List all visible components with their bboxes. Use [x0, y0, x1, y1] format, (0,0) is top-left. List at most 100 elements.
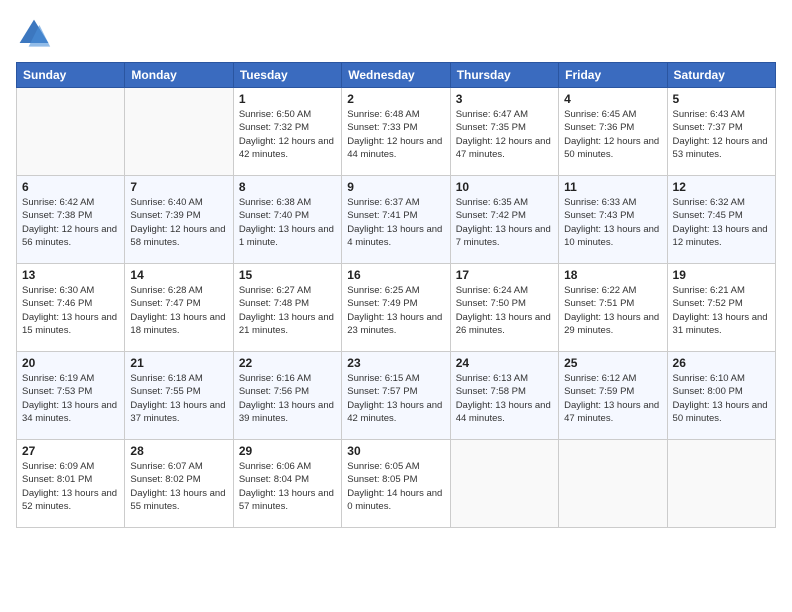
day-info: Sunrise: 6:13 AMSunset: 7:58 PMDaylight:…	[456, 372, 553, 425]
day-number: 22	[239, 356, 336, 370]
calendar-cell: 3 Sunrise: 6:47 AMSunset: 7:35 PMDaylight…	[450, 88, 558, 176]
day-info: Sunrise: 6:33 AMSunset: 7:43 PMDaylight:…	[564, 196, 661, 249]
logo	[16, 16, 56, 52]
calendar-cell: 24 Sunrise: 6:13 AMSunset: 7:58 PMDayligh…	[450, 352, 558, 440]
calendar-cell: 27 Sunrise: 6:09 AMSunset: 8:01 PMDayligh…	[17, 440, 125, 528]
day-number: 19	[673, 268, 770, 282]
weekday-header-friday: Friday	[559, 63, 667, 88]
day-number: 3	[456, 92, 553, 106]
calendar-week-1: 1 Sunrise: 6:50 AMSunset: 7:32 PMDaylight…	[17, 88, 776, 176]
day-info: Sunrise: 6:37 AMSunset: 7:41 PMDaylight:…	[347, 196, 444, 249]
day-number: 15	[239, 268, 336, 282]
day-number: 18	[564, 268, 661, 282]
calendar-cell	[667, 440, 775, 528]
day-number: 4	[564, 92, 661, 106]
calendar-cell: 8 Sunrise: 6:38 AMSunset: 7:40 PMDaylight…	[233, 176, 341, 264]
day-info: Sunrise: 6:48 AMSunset: 7:33 PMDaylight:…	[347, 108, 444, 161]
calendar-cell: 17 Sunrise: 6:24 AMSunset: 7:50 PMDayligh…	[450, 264, 558, 352]
calendar-cell: 10Sunrise: 6:35 AMSunset: 7:42 PMDayligh…	[450, 176, 558, 264]
day-number: 9	[347, 180, 444, 194]
day-info: Sunrise: 6:19 AMSunset: 7:53 PMDaylight:…	[22, 372, 119, 425]
day-info: Sunrise: 6:25 AMSunset: 7:49 PMDaylight:…	[347, 284, 444, 337]
day-number: 13	[22, 268, 119, 282]
page-header	[16, 16, 776, 52]
day-info: Sunrise: 6:15 AMSunset: 7:57 PMDaylight:…	[347, 372, 444, 425]
weekday-header-row: SundayMondayTuesdayWednesdayThursdayFrid…	[17, 63, 776, 88]
calendar-cell: 7 Sunrise: 6:40 AMSunset: 7:39 PMDaylight…	[125, 176, 233, 264]
calendar-cell: 30 Sunrise: 6:05 AMSunset: 8:05 PMDayligh…	[342, 440, 450, 528]
day-info: Sunrise: 6:21 AMSunset: 7:52 PMDaylight:…	[673, 284, 770, 337]
day-number: 1	[239, 92, 336, 106]
day-info: Sunrise: 6:27 AMSunset: 7:48 PMDaylight:…	[239, 284, 336, 337]
calendar-cell	[559, 440, 667, 528]
day-info: Sunrise: 6:32 AMSunset: 7:45 PMDaylight:…	[673, 196, 770, 249]
day-number: 7	[130, 180, 227, 194]
calendar-cell: 15 Sunrise: 6:27 AMSunset: 7:48 PMDayligh…	[233, 264, 341, 352]
day-number: 2	[347, 92, 444, 106]
day-info: Sunrise: 6:22 AMSunset: 7:51 PMDaylight:…	[564, 284, 661, 337]
calendar-cell: 6 Sunrise: 6:42 AMSunset: 7:38 PMDaylight…	[17, 176, 125, 264]
day-info: Sunrise: 6:45 AMSunset: 7:36 PMDaylight:…	[564, 108, 661, 161]
calendar-cell: 23 Sunrise: 6:15 AMSunset: 7:57 PMDayligh…	[342, 352, 450, 440]
day-number: 10	[456, 180, 553, 194]
day-info: Sunrise: 6:06 AMSunset: 8:04 PMDaylight:…	[239, 460, 336, 513]
day-info: Sunrise: 6:16 AMSunset: 7:56 PMDaylight:…	[239, 372, 336, 425]
day-info: Sunrise: 6:28 AMSunset: 7:47 PMDaylight:…	[130, 284, 227, 337]
calendar-cell: 18 Sunrise: 6:22 AMSunset: 7:51 PMDayligh…	[559, 264, 667, 352]
calendar-cell: 4 Sunrise: 6:45 AMSunset: 7:36 PMDaylight…	[559, 88, 667, 176]
calendar-cell: 13 Sunrise: 6:30 AMSunset: 7:46 PMDayligh…	[17, 264, 125, 352]
calendar-cell: 9 Sunrise: 6:37 AMSunset: 7:41 PMDaylight…	[342, 176, 450, 264]
day-info: Sunrise: 6:24 AMSunset: 7:50 PMDaylight:…	[456, 284, 553, 337]
calendar-cell: 19 Sunrise: 6:21 AMSunset: 7:52 PMDayligh…	[667, 264, 775, 352]
day-number: 30	[347, 444, 444, 458]
day-number: 23	[347, 356, 444, 370]
calendar-cell: 14 Sunrise: 6:28 AMSunset: 7:47 PMDayligh…	[125, 264, 233, 352]
calendar-cell: 11 Sunrise: 6:33 AMSunset: 7:43 PMDayligh…	[559, 176, 667, 264]
day-info: Sunrise: 6:40 AMSunset: 7:39 PMDaylight:…	[130, 196, 227, 249]
weekday-header-sunday: Sunday	[17, 63, 125, 88]
calendar-week-2: 6 Sunrise: 6:42 AMSunset: 7:38 PMDaylight…	[17, 176, 776, 264]
day-number: 16	[347, 268, 444, 282]
day-number: 24	[456, 356, 553, 370]
calendar-cell: 28Sunrise: 6:07 AMSunset: 8:02 PMDayligh…	[125, 440, 233, 528]
logo-icon	[16, 16, 52, 52]
day-number: 5	[673, 92, 770, 106]
day-info: Sunrise: 6:09 AMSunset: 8:01 PMDaylight:…	[22, 460, 119, 513]
calendar-cell: 1 Sunrise: 6:50 AMSunset: 7:32 PMDaylight…	[233, 88, 341, 176]
calendar-cell: 12 Sunrise: 6:32 AMSunset: 7:45 PMDayligh…	[667, 176, 775, 264]
day-number: 25	[564, 356, 661, 370]
calendar-cell: 29Sunrise: 6:06 AMSunset: 8:04 PMDayligh…	[233, 440, 341, 528]
day-number: 14	[130, 268, 227, 282]
calendar-cell	[125, 88, 233, 176]
calendar-cell: 22 Sunrise: 6:16 AMSunset: 7:56 PMDayligh…	[233, 352, 341, 440]
day-info: Sunrise: 6:42 AMSunset: 7:38 PMDaylight:…	[22, 196, 119, 249]
day-number: 11	[564, 180, 661, 194]
day-number: 17	[456, 268, 553, 282]
day-number: 12	[673, 180, 770, 194]
calendar-week-5: 27 Sunrise: 6:09 AMSunset: 8:01 PMDayligh…	[17, 440, 776, 528]
day-number: 20	[22, 356, 119, 370]
calendar-cell: 5Sunrise: 6:43 AMSunset: 7:37 PMDaylight…	[667, 88, 775, 176]
day-info: Sunrise: 6:38 AMSunset: 7:40 PMDaylight:…	[239, 196, 336, 249]
day-number: 27	[22, 444, 119, 458]
day-info: Sunrise: 6:47 AMSunset: 7:35 PMDaylight:…	[456, 108, 553, 161]
calendar-cell: 20 Sunrise: 6:19 AMSunset: 7:53 PMDayligh…	[17, 352, 125, 440]
weekday-header-tuesday: Tuesday	[233, 63, 341, 88]
day-number: 6	[22, 180, 119, 194]
day-info: Sunrise: 6:30 AMSunset: 7:46 PMDaylight:…	[22, 284, 119, 337]
day-number: 8	[239, 180, 336, 194]
calendar-cell: 26Sunrise: 6:10 AMSunset: 8:00 PMDayligh…	[667, 352, 775, 440]
day-number: 21	[130, 356, 227, 370]
weekday-header-monday: Monday	[125, 63, 233, 88]
weekday-header-wednesday: Wednesday	[342, 63, 450, 88]
calendar-cell: 21Sunrise: 6:18 AMSunset: 7:55 PMDayligh…	[125, 352, 233, 440]
calendar-table: SundayMondayTuesdayWednesdayThursdayFrid…	[16, 62, 776, 528]
weekday-header-saturday: Saturday	[667, 63, 775, 88]
day-info: Sunrise: 6:05 AMSunset: 8:05 PMDaylight:…	[347, 460, 444, 513]
day-number: 28	[130, 444, 227, 458]
weekday-header-thursday: Thursday	[450, 63, 558, 88]
calendar-cell: 25Sunrise: 6:12 AMSunset: 7:59 PMDayligh…	[559, 352, 667, 440]
calendar-week-4: 20 Sunrise: 6:19 AMSunset: 7:53 PMDayligh…	[17, 352, 776, 440]
day-info: Sunrise: 6:50 AMSunset: 7:32 PMDaylight:…	[239, 108, 336, 161]
calendar-cell: 16 Sunrise: 6:25 AMSunset: 7:49 PMDayligh…	[342, 264, 450, 352]
